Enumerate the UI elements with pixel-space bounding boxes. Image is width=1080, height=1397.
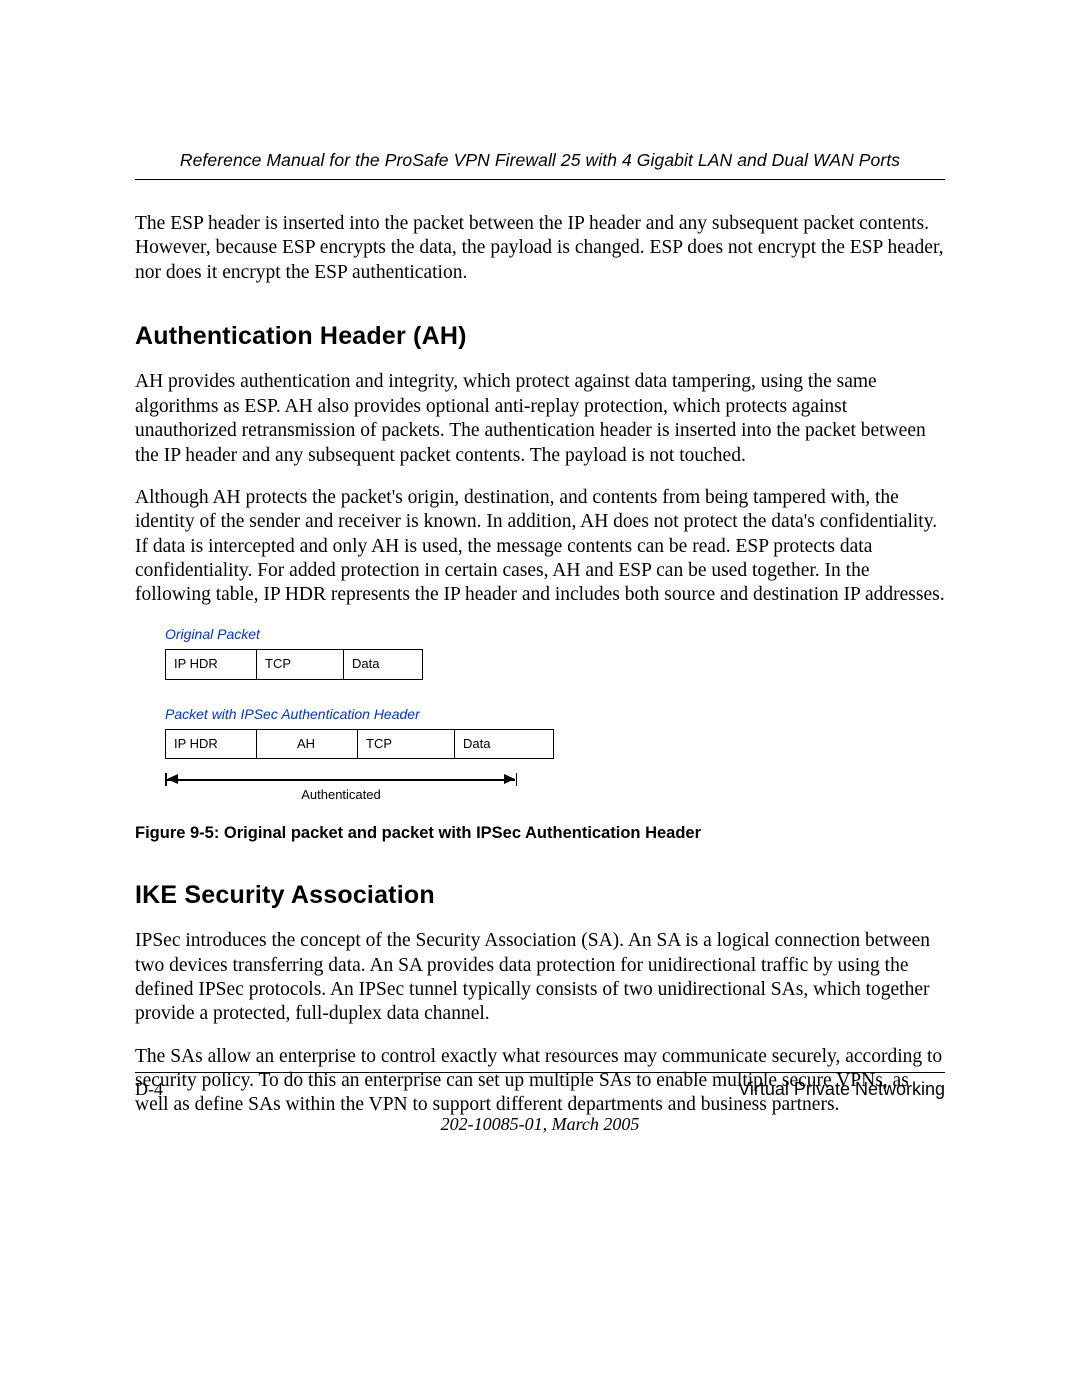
figure-9-5: Original Packet IP HDR TCP Data Packet w… (165, 626, 945, 806)
page-content: Reference Manual for the ProSafe VPN Fir… (135, 150, 945, 1136)
page-footer: D-4 Virtual Private Networking 202-10085… (135, 1072, 945, 1135)
figure-label-ipsec: Packet with IPSec Authentication Header (165, 706, 945, 724)
cell-ip-hdr: IP HDR (166, 650, 257, 679)
original-packet-table: IP HDR TCP Data (165, 649, 423, 679)
footer-rule (135, 1072, 945, 1073)
footer-doc-id: 202-10085-01, March 2005 (135, 1114, 945, 1135)
authenticated-span: Authenticated (165, 773, 517, 805)
paragraph-ah-2: Although AH protects the packet's origin… (135, 486, 945, 608)
paragraph-ike-1: IPSec introduces the concept of the Secu… (135, 929, 945, 1027)
header-rule (135, 179, 945, 180)
body: The ESP header is inserted into the pack… (135, 212, 945, 1118)
ipsec-packet-table: IP HDR AH TCP Data (165, 729, 554, 759)
paragraph-intro: The ESP header is inserted into the pack… (135, 212, 945, 285)
cell-ip-hdr-2: IP HDR (166, 730, 257, 759)
cell-ah: AH (257, 730, 358, 759)
running-header: Reference Manual for the ProSafe VPN Fir… (135, 150, 945, 179)
figure-caption: Figure 9-5: Original packet and packet w… (135, 823, 945, 844)
arrow-label: Authenticated (165, 787, 517, 803)
figure-label-original: Original Packet (165, 626, 945, 644)
footer-section-name: Virtual Private Networking (738, 1079, 945, 1100)
page-number: D-4 (135, 1079, 163, 1100)
heading-ah: Authentication Header (AH) (135, 321, 945, 352)
paragraph-ah-1: AH provides authentication and integrity… (135, 370, 945, 468)
cell-data: Data (344, 650, 423, 679)
cell-tcp-2: TCP (358, 730, 455, 759)
heading-ike: IKE Security Association (135, 880, 945, 911)
cell-tcp: TCP (257, 650, 344, 679)
cell-data-2: Data (455, 730, 554, 759)
